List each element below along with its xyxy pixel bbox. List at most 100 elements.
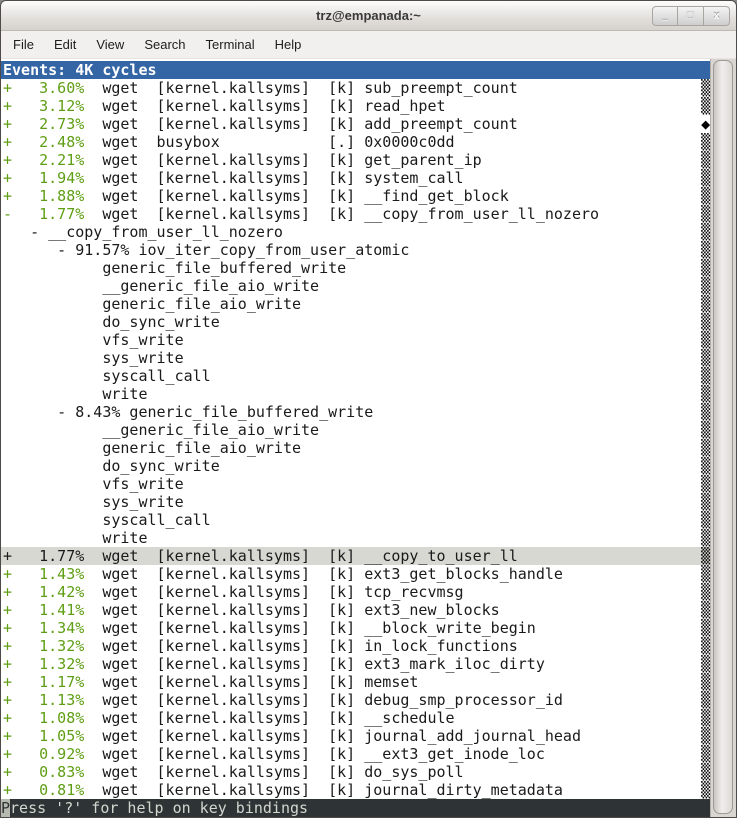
row-symbol-info: wget [kernel.kallsyms] [k] add_preempt_c… bbox=[84, 115, 517, 133]
row-text: generic_file_aio_write bbox=[3, 295, 301, 313]
row-overhead-percent: + 1.13% bbox=[3, 691, 84, 709]
scroll-track-icon: ▒ bbox=[701, 241, 710, 259]
minimize-icon: _ bbox=[662, 10, 668, 22]
scroll-track-icon: ▒ bbox=[701, 259, 710, 277]
row-text: + 2.73% wget [kernel.kallsyms] [k] add_p… bbox=[3, 115, 518, 133]
menu-item-view[interactable]: View bbox=[88, 33, 132, 56]
row-symbol-info: wget [kernel.kallsyms] [k] __schedule bbox=[84, 709, 454, 727]
perf-entry-row[interactable]: + 1.88% wget [kernel.kallsyms] [k] __fin… bbox=[1, 187, 710, 205]
scroll-track-icon: ▒ bbox=[701, 421, 710, 439]
perf-entry-row[interactable]: + 2.73% wget [kernel.kallsyms] [k] add_p… bbox=[1, 115, 710, 133]
perf-entry-row[interactable]: + 0.83% wget [kernel.kallsyms] [k] do_sy… bbox=[1, 763, 710, 781]
row-text: vfs_write bbox=[3, 475, 184, 493]
row-overhead-percent: + 1.42% bbox=[3, 583, 84, 601]
status-text: ress '?' for help on key bindings bbox=[10, 799, 308, 817]
row-text: + 1.42% wget [kernel.kallsyms] [k] tcp_r… bbox=[3, 583, 464, 601]
callchain-row: - 91.57% iov_iter_copy_from_user_atomic▒ bbox=[1, 241, 710, 259]
perf-entry-row[interactable]: + 1.42% wget [kernel.kallsyms] [k] tcp_r… bbox=[1, 583, 710, 601]
scroll-track-icon: ▒ bbox=[701, 781, 710, 799]
perf-entry-row[interactable]: + 1.34% wget [kernel.kallsyms] [k] __blo… bbox=[1, 619, 710, 637]
row-overhead-percent: + 1.41% bbox=[3, 601, 84, 619]
row-text: generic_file_aio_write bbox=[3, 439, 301, 457]
row-overhead-percent: + 1.88% bbox=[3, 187, 84, 205]
terminal-screen[interactable]: Events: 4K cycles + 3.60% wget [kernel.k… bbox=[1, 59, 710, 817]
perf-entry-row[interactable]: - 1.77% wget [kernel.kallsyms] [k] __cop… bbox=[1, 205, 710, 223]
perf-entry-row[interactable]: + 0.92% wget [kernel.kallsyms] [k] __ext… bbox=[1, 745, 710, 763]
row-symbol-info: wget [kernel.kallsyms] [k] memset bbox=[84, 673, 418, 691]
maximize-icon: □ bbox=[687, 10, 694, 22]
perf-entry-row[interactable]: + 1.05% wget [kernel.kallsyms] [k] journ… bbox=[1, 727, 710, 745]
row-symbol-info: wget [kernel.kallsyms] [k] tcp_recvmsg bbox=[84, 583, 463, 601]
maximize-button[interactable]: □ bbox=[678, 6, 704, 26]
row-symbol-info: wget [kernel.kallsyms] [k] get_parent_ip bbox=[84, 151, 481, 169]
row-symbol-info: wget [kernel.kallsyms] [k] ext3_get_bloc… bbox=[84, 565, 563, 583]
close-icon: x bbox=[713, 10, 719, 22]
row-overhead-percent: + 1.05% bbox=[3, 727, 84, 745]
menu-item-help[interactable]: Help bbox=[267, 33, 310, 56]
terminal-window: trz@empanada:~ _□x FileEditViewSearchTer… bbox=[0, 0, 737, 818]
row-text: + 0.92% wget [kernel.kallsyms] [k] __ext… bbox=[3, 745, 545, 763]
perf-entry-row[interactable]: + 1.41% wget [kernel.kallsyms] [k] ext3_… bbox=[1, 601, 710, 619]
row-text: + 1.34% wget [kernel.kallsyms] [k] __blo… bbox=[3, 619, 536, 637]
perf-entry-row[interactable]: + 1.32% wget [kernel.kallsyms] [k] ext3_… bbox=[1, 655, 710, 673]
row-symbol-info: wget [kernel.kallsyms] [k] in_lock_funct… bbox=[84, 637, 517, 655]
row-text: + 1.32% wget [kernel.kallsyms] [k] in_lo… bbox=[3, 637, 518, 655]
scroll-track-icon: ▒ bbox=[701, 295, 710, 313]
row-symbol-info: wget [kernel.kallsyms] [k] __copy_from_u… bbox=[84, 205, 599, 223]
scrollbar-thumb[interactable] bbox=[713, 60, 733, 814]
perf-entry-row[interactable]: + 0.81% wget [kernel.kallsyms] [k] journ… bbox=[1, 781, 710, 799]
row-text: syscall_call bbox=[3, 367, 211, 385]
perf-status-bar: Press '?' for help on key bindings bbox=[1, 799, 710, 817]
row-text: sys_write bbox=[3, 349, 184, 367]
perf-entry-row[interactable]: + 1.32% wget [kernel.kallsyms] [k] in_lo… bbox=[1, 637, 710, 655]
row-text: write bbox=[3, 529, 148, 547]
menu-item-edit[interactable]: Edit bbox=[46, 33, 84, 56]
scroll-track-icon: ▒ bbox=[701, 619, 710, 637]
perf-entry-row[interactable]: + 1.77% wget [kernel.kallsyms] [k] __cop… bbox=[1, 547, 710, 565]
row-text: - 1.77% wget [kernel.kallsyms] [k] __cop… bbox=[3, 205, 599, 223]
scroll-track-icon: ▒ bbox=[701, 511, 710, 529]
row-text: - __copy_from_user_ll_nozero bbox=[3, 223, 283, 241]
row-text: do_sync_write bbox=[3, 457, 220, 475]
minimize-button[interactable]: _ bbox=[652, 6, 678, 26]
scroll-track-icon: ▒ bbox=[701, 349, 710, 367]
menu-item-terminal[interactable]: Terminal bbox=[198, 33, 263, 56]
perf-entry-row[interactable]: + 1.94% wget [kernel.kallsyms] [k] syste… bbox=[1, 169, 710, 187]
callchain-row: syscall_call▒ bbox=[1, 367, 710, 385]
row-overhead-percent: - 1.77% bbox=[3, 205, 84, 223]
scroll-track-icon: ▒ bbox=[701, 493, 710, 511]
row-text: + 1.88% wget [kernel.kallsyms] [k] __fin… bbox=[3, 187, 509, 205]
callchain-row: syscall_call▒ bbox=[1, 511, 710, 529]
title-bar[interactable]: trz@empanada:~ _□x bbox=[1, 1, 736, 31]
callchain-row: generic_file_aio_write ▒ bbox=[1, 295, 710, 313]
row-text: + 0.83% wget [kernel.kallsyms] [k] do_sy… bbox=[3, 763, 464, 781]
row-symbol-info: wget [kernel.kallsyms] [k] read_hpet bbox=[84, 97, 445, 115]
row-text: + 1.13% wget [kernel.kallsyms] [k] debug… bbox=[3, 691, 563, 709]
close-button[interactable]: x bbox=[704, 6, 730, 26]
perf-entry-row[interactable]: + 2.48% wget busybox [.] 0x0000c0dd▒ bbox=[1, 133, 710, 151]
row-overhead-percent: + 1.94% bbox=[3, 169, 84, 187]
scrollbar-track[interactable] bbox=[710, 59, 736, 817]
scroll-track-icon: ▒ bbox=[701, 745, 710, 763]
perf-entry-row[interactable]: + 3.12% wget [kernel.kallsyms] [k] read_… bbox=[1, 97, 710, 115]
row-text: + 1.08% wget [kernel.kallsyms] [k] __sch… bbox=[3, 709, 455, 727]
scroll-track-icon: ▒ bbox=[701, 403, 710, 421]
perf-entry-row[interactable]: + 3.60% wget [kernel.kallsyms] [k] sub_p… bbox=[1, 79, 710, 97]
perf-entry-row[interactable]: + 1.13% wget [kernel.kallsyms] [k] debug… bbox=[1, 691, 710, 709]
row-overhead-percent: + 1.77% bbox=[3, 547, 84, 565]
menu-item-search[interactable]: Search bbox=[136, 33, 193, 56]
perf-entry-row[interactable]: + 1.08% wget [kernel.kallsyms] [k] __sch… bbox=[1, 709, 710, 727]
scroll-track-icon: ▒ bbox=[701, 583, 710, 601]
row-text: + 1.17% wget [kernel.kallsyms] [k] memse… bbox=[3, 673, 418, 691]
scroll-track-icon: ▒ bbox=[701, 457, 710, 475]
scroll-track-icon: ▒ bbox=[701, 169, 710, 187]
menu-item-file[interactable]: File bbox=[5, 33, 42, 56]
perf-entry-row[interactable]: + 1.43% wget [kernel.kallsyms] [k] ext3_… bbox=[1, 565, 710, 583]
terminal-cursor: P bbox=[1, 799, 10, 817]
row-text: + 1.05% wget [kernel.kallsyms] [k] journ… bbox=[3, 727, 581, 745]
row-overhead-percent: + 1.17% bbox=[3, 673, 84, 691]
row-overhead-percent: + 1.32% bbox=[3, 637, 84, 655]
perf-entry-row[interactable]: + 2.21% wget [kernel.kallsyms] [k] get_p… bbox=[1, 151, 710, 169]
perf-entry-row[interactable]: + 1.17% wget [kernel.kallsyms] [k] memse… bbox=[1, 673, 710, 691]
row-symbol-info: wget [kernel.kallsyms] [k] system_call bbox=[84, 169, 463, 187]
